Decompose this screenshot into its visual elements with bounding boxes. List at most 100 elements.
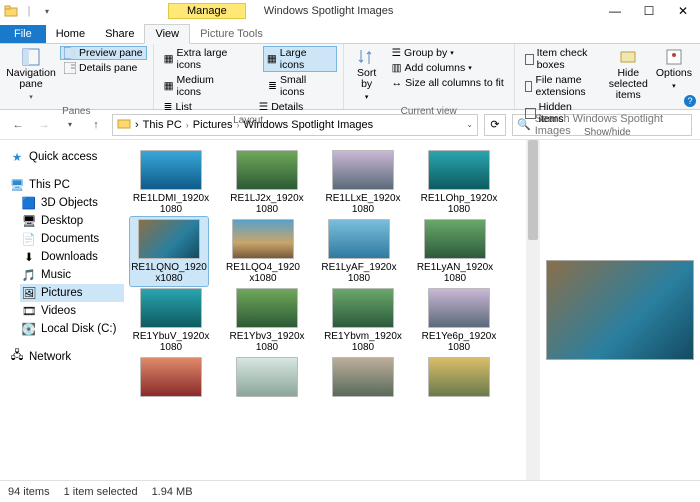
- details-pane-label: Details pane: [79, 62, 137, 74]
- size-columns-button[interactable]: ↔Size all columns to fit: [388, 76, 508, 90]
- scrollbar[interactable]: [526, 140, 540, 480]
- file-item[interactable]: RE1LOhp_1920x1080: [420, 150, 498, 215]
- file-extensions-label: File name extensions: [535, 74, 598, 98]
- hide-selected-button[interactable]: Hide selected items: [607, 46, 650, 126]
- sort-icon: [358, 48, 376, 66]
- ribbon-group-layout: ▦Extra large icons ▦Large icons ▦Medium …: [154, 44, 344, 109]
- maximize-button[interactable]: ☐: [632, 0, 666, 22]
- sidebar-videos[interactable]: 🎞Videos: [20, 302, 124, 320]
- options-label: Options: [656, 68, 692, 79]
- sidebar-music[interactable]: 🎵 Music: [20, 266, 124, 284]
- sort-by-button[interactable]: Sort by ▾: [350, 46, 384, 105]
- file-item[interactable]: RE1YbuV_1920x1080: [132, 288, 210, 353]
- layout-list-label: List: [175, 101, 191, 113]
- chevron-right-icon[interactable]: ›: [135, 119, 139, 131]
- item-checkboxes-toggle[interactable]: Item check boxes: [521, 46, 603, 72]
- chevron-down-icon: ▾: [365, 92, 369, 103]
- help-icon[interactable]: ?: [684, 95, 696, 107]
- file-item[interactable]: [420, 357, 498, 397]
- tab-picture-tools[interactable]: Picture Tools: [190, 25, 273, 43]
- file-item-selected[interactable]: RE1LQNO_1920x1080: [130, 217, 208, 286]
- sidebar-network[interactable]: 🖧Network: [8, 348, 124, 366]
- titlebar: | ▾ Manage Windows Spotlight Images — ☐ …: [0, 0, 700, 22]
- sidebar-label: Music: [41, 269, 71, 281]
- file-item[interactable]: [132, 357, 210, 397]
- list-icon: ≣: [164, 101, 173, 113]
- add-columns-button[interactable]: ▥Add columns▾: [388, 61, 508, 75]
- ribbon-group-showhide: Item check boxes File name extensions Hi…: [515, 44, 700, 109]
- file-name: RE1LyAF_1920x1080: [320, 262, 398, 284]
- download-icon: ⬇: [22, 250, 36, 264]
- hidden-items-toggle[interactable]: Hidden items: [521, 100, 603, 126]
- sidebar-desktop[interactable]: 🖥Desktop: [20, 212, 124, 230]
- file-item[interactable]: RE1Ybv3_1920x1080: [228, 288, 306, 353]
- sidebar-this-pc[interactable]: 🖥This PC: [8, 176, 124, 194]
- tab-home[interactable]: Home: [46, 25, 95, 43]
- address-dropdown-icon[interactable]: ⌄: [466, 120, 473, 129]
- file-name: RE1LLxE_1920x1080: [324, 193, 402, 215]
- preview-pane-icon: [64, 47, 76, 59]
- file-item[interactable]: RE1Ybvm_1920x1080: [324, 288, 402, 353]
- thumbnail: [332, 357, 394, 397]
- sidebar-pictures[interactable]: 🖼Pictures: [20, 284, 124, 302]
- navigation-pane-button[interactable]: Navigation pane ▾: [6, 46, 56, 105]
- monitor-icon: 🖥: [10, 178, 24, 192]
- sidebar-label: Downloads: [41, 251, 98, 263]
- tab-view[interactable]: View: [144, 24, 190, 44]
- tab-file[interactable]: File: [0, 25, 46, 43]
- file-grid[interactable]: RE1LDMI_1920x1080 RE1LJ2x_1920x1080 RE1L…: [128, 140, 526, 480]
- columns-icon: ▥: [392, 62, 402, 74]
- sort-by-label: Sort by: [357, 68, 376, 90]
- layout-details[interactable]: ☰Details: [255, 100, 308, 114]
- grid-icon: ▦: [164, 80, 174, 92]
- sidebar-downloads[interactable]: ⬇ Downloads: [20, 248, 124, 266]
- hide-icon: [619, 48, 637, 66]
- sidebar-local-disk[interactable]: 💽Local Disk (C:): [20, 320, 124, 338]
- sidebar-label: Desktop: [41, 215, 83, 227]
- file-item[interactable]: RE1LLxE_1920x1080: [324, 150, 402, 215]
- file-view: RE1LDMI_1920x1080 RE1LJ2x_1920x1080 RE1L…: [128, 140, 700, 480]
- star-icon: ★: [10, 150, 24, 164]
- file-name: RE1Ye6p_1920x1080: [420, 331, 498, 353]
- file-item[interactable]: [324, 357, 402, 397]
- file-item[interactable]: [228, 357, 306, 397]
- file-item[interactable]: RE1LDMI_1920x1080: [132, 150, 210, 215]
- file-item[interactable]: RE1LQO4_1920x1080: [224, 219, 302, 284]
- preview-pane-button[interactable]: Preview pane: [60, 46, 147, 60]
- scrollbar-thumb[interactable]: [528, 140, 538, 240]
- layout-extra-large[interactable]: ▦Extra large icons: [160, 46, 257, 72]
- sidebar-quick-access[interactable]: ★Quick access: [8, 148, 124, 166]
- checkbox-icon: [525, 81, 533, 92]
- hidden-items-label: Hidden items: [539, 101, 599, 125]
- details-pane-button[interactable]: Details pane: [60, 61, 147, 75]
- tab-share[interactable]: Share: [95, 25, 144, 43]
- resize-icon: ↔: [392, 77, 403, 89]
- options-button[interactable]: Options ▾: [654, 46, 694, 126]
- file-extensions-toggle[interactable]: File name extensions: [521, 73, 603, 99]
- group-by-button[interactable]: ☰Group by▾: [388, 46, 508, 60]
- sidebar-label: Network: [29, 351, 71, 363]
- sidebar-documents[interactable]: 📄Documents: [20, 230, 124, 248]
- preview-pane-label: Preview pane: [79, 47, 143, 59]
- sidebar-label: Pictures: [41, 287, 83, 299]
- ribbon-group-label-layout: Layout: [160, 114, 337, 127]
- file-item[interactable]: RE1LJ2x_1920x1080: [228, 150, 306, 215]
- layout-large[interactable]: ▦Large icons: [263, 46, 337, 72]
- sidebar-label: Documents: [41, 233, 99, 245]
- thumbnail: [236, 150, 298, 190]
- file-name: RE1LDMI_1920x1080: [132, 193, 210, 215]
- qat-dropdown-icon[interactable]: ▾: [40, 4, 54, 18]
- thumbnail: [332, 288, 394, 328]
- contextual-tab-manage[interactable]: Manage: [168, 3, 246, 19]
- layout-list[interactable]: ≣List: [160, 100, 196, 114]
- close-button[interactable]: ✕: [666, 0, 700, 22]
- layout-medium[interactable]: ▦Medium icons: [160, 73, 245, 99]
- explorer-icon: [4, 4, 18, 18]
- file-item[interactable]: RE1Ye6p_1920x1080: [420, 288, 498, 353]
- sidebar-3d-objects[interactable]: 🟦3D Objects: [20, 194, 124, 212]
- music-icon: 🎵: [22, 268, 36, 282]
- file-item[interactable]: RE1LyAF_1920x1080: [320, 219, 398, 284]
- layout-small[interactable]: ≣Small icons: [264, 73, 337, 99]
- file-item[interactable]: RE1LyAN_1920x1080: [416, 219, 494, 284]
- minimize-button[interactable]: —: [598, 0, 632, 22]
